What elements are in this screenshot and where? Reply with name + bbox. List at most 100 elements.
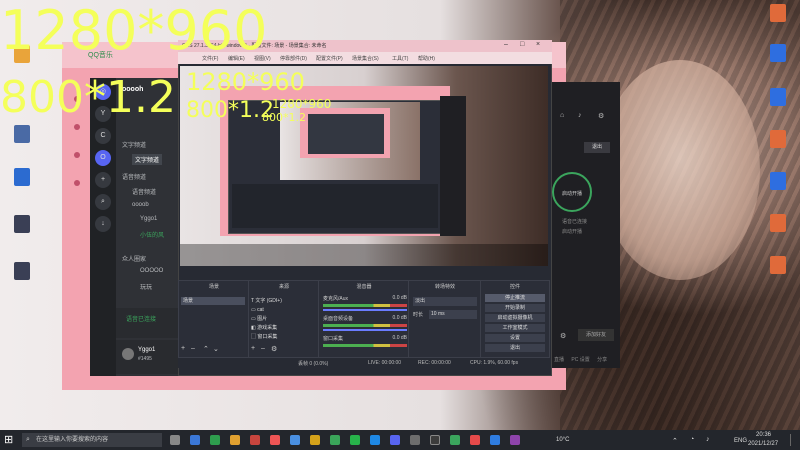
taskbar-app-icon[interactable] xyxy=(330,435,340,445)
channel-item[interactable]: 文字频道 xyxy=(132,154,163,165)
weather-widget[interactable]: 10°C xyxy=(556,437,569,443)
desktop-icon[interactable] xyxy=(756,256,800,276)
lock-icon[interactable]: ⌂ xyxy=(560,112,564,119)
gear-icon[interactable]: ⚙ xyxy=(271,345,277,353)
nav-icon[interactable] xyxy=(74,124,80,130)
volume-slider[interactable] xyxy=(323,309,407,311)
taskbar-app-icon[interactable] xyxy=(390,435,400,445)
server-icon[interactable]: O xyxy=(95,150,111,166)
footer-link[interactable]: PC 设置 xyxy=(571,357,589,363)
language-indicator[interactable]: ENG xyxy=(734,438,747,444)
source-item[interactable]: ▭ cat xyxy=(251,306,317,315)
desktop-icon[interactable] xyxy=(756,4,800,24)
taskbar-app-icon[interactable] xyxy=(230,435,240,445)
desktop-icon[interactable] xyxy=(756,130,800,150)
maximize-icon[interactable]: □ xyxy=(520,41,524,48)
transition-select[interactable]: 淡出 xyxy=(413,297,477,306)
transitions-dock: 转场特效 淡出 时长 10 ms xyxy=(408,280,482,358)
add-icon[interactable]: + xyxy=(251,345,255,352)
menu-help[interactable]: 帮助(H) xyxy=(418,55,435,62)
desktop-icon[interactable] xyxy=(0,125,44,145)
minimize-icon[interactable]: – xyxy=(504,41,508,48)
desktop-icon[interactable] xyxy=(0,168,44,188)
source-item[interactable]: ▭ 图片 xyxy=(251,315,317,324)
clock-time[interactable]: 20:36 xyxy=(756,432,771,438)
volume-icon[interactable]: ♪ xyxy=(706,436,710,443)
taskbar-app-icon[interactable] xyxy=(250,435,260,445)
settings-icon[interactable]: ⚙ xyxy=(598,112,604,120)
voice-channel[interactable]: OOOOO xyxy=(140,268,163,274)
voice-channel[interactable]: 语音频道 xyxy=(132,187,156,196)
start-live-button[interactable]: 启动开播 xyxy=(552,172,592,212)
scene-item[interactable]: 场景 xyxy=(181,297,245,305)
avatar[interactable] xyxy=(122,348,134,360)
exit-top-button[interactable]: 退出 xyxy=(584,142,610,153)
explore-icon[interactable]: ⌕ xyxy=(95,194,111,210)
menu-profile[interactable]: 配置文件(P) xyxy=(316,55,343,62)
nav-icon[interactable] xyxy=(74,152,80,158)
obs-taskbar-icon[interactable] xyxy=(430,435,440,445)
desktop-icon[interactable] xyxy=(756,172,800,192)
taskbar-app-icon[interactable] xyxy=(290,435,300,445)
footer-link[interactable]: 直播 xyxy=(554,357,564,363)
source-item[interactable]: T 文字 (GDI+) xyxy=(251,297,317,306)
network-icon[interactable]: ◔ xyxy=(690,436,694,443)
source-item[interactable]: ▢ 窗口采集 xyxy=(251,333,317,342)
footer-link[interactable]: 分享 xyxy=(597,357,607,363)
chevron-up-icon[interactable]: ⌃ xyxy=(203,345,209,353)
desktop-icon[interactable] xyxy=(756,214,800,234)
add-icon[interactable]: + xyxy=(181,345,185,352)
clock-date[interactable]: 2021/12/27 xyxy=(748,441,778,447)
menu-tools[interactable]: 工具(T) xyxy=(392,55,408,62)
server-icon[interactable]: C xyxy=(95,128,111,144)
taskbar-app-icon[interactable] xyxy=(350,435,360,445)
taskbar-app-icon[interactable] xyxy=(450,435,460,445)
channel-db: 0.0 dB xyxy=(392,295,407,301)
task-view-icon[interactable] xyxy=(170,435,180,445)
studio-mode-button[interactable]: 工作室模式 xyxy=(485,324,545,332)
gear-icon[interactable]: ⚙ xyxy=(560,332,566,340)
download-icon[interactable]: ↓ xyxy=(95,216,111,232)
show-desktop-button[interactable] xyxy=(790,434,797,446)
desktop-icon[interactable] xyxy=(756,88,800,108)
start-recording-button[interactable]: 开始录制 xyxy=(485,304,545,312)
obs-preview[interactable] xyxy=(180,66,548,266)
chevron-up-icon[interactable]: ⌃ xyxy=(672,437,678,445)
taskbar-app-icon[interactable] xyxy=(470,435,480,445)
settings-button[interactable]: 设置 xyxy=(485,334,545,342)
virtual-camera-button[interactable]: 启动虚拟摄像机 xyxy=(485,314,545,322)
add-friend-button[interactable]: 添加好友 xyxy=(578,329,614,341)
volume-slider[interactable] xyxy=(323,329,407,331)
taskbar-search-input[interactable]: ⌕ 在这里输入你要搜索的内容 xyxy=(22,433,162,447)
taskbar-app-icon[interactable] xyxy=(510,435,520,445)
exit-button[interactable]: 退出 xyxy=(485,344,545,352)
remove-icon[interactable]: – xyxy=(191,345,195,352)
menu-docks[interactable]: 停靠部件(D) xyxy=(280,55,307,62)
taskbar-app-icon[interactable] xyxy=(410,435,420,445)
nav-icon[interactable] xyxy=(74,180,80,186)
nested-obs-window-2 xyxy=(308,114,384,154)
desktop-icon[interactable] xyxy=(756,44,800,64)
desktop-icon[interactable] xyxy=(0,215,44,235)
desktop-icon[interactable] xyxy=(0,262,44,282)
taskbar-app-icon[interactable] xyxy=(490,435,500,445)
remove-icon[interactable]: – xyxy=(261,345,265,352)
duration-input[interactable]: 10 ms xyxy=(429,310,477,319)
voice-user[interactable]: Yggo1 xyxy=(140,216,157,222)
add-server-icon[interactable]: + xyxy=(95,172,111,188)
voice-channel[interactable]: 玩玩 xyxy=(140,282,152,291)
chevron-down-icon[interactable]: ⌄ xyxy=(213,345,219,353)
taskbar-app-icon[interactable] xyxy=(270,435,280,445)
voice-user[interactable]: 小伍的风 xyxy=(140,230,164,239)
source-item[interactable]: ◧ 游戏采集 xyxy=(251,324,317,333)
menu-scene-collection[interactable]: 场景集合(S) xyxy=(352,55,379,62)
voice-channel[interactable]: oooob xyxy=(132,202,149,208)
stop-streaming-button[interactable]: 停止推流 xyxy=(485,294,545,302)
taskbar-app-icon[interactable] xyxy=(190,435,200,445)
close-icon[interactable]: × xyxy=(536,41,540,48)
windows-start-icon[interactable]: ⊞ xyxy=(4,434,16,446)
bell-icon[interactable]: ♪ xyxy=(578,112,582,119)
taskbar-app-icon[interactable] xyxy=(310,435,320,445)
taskbar-app-icon[interactable] xyxy=(370,435,380,445)
taskbar-app-icon[interactable] xyxy=(210,435,220,445)
